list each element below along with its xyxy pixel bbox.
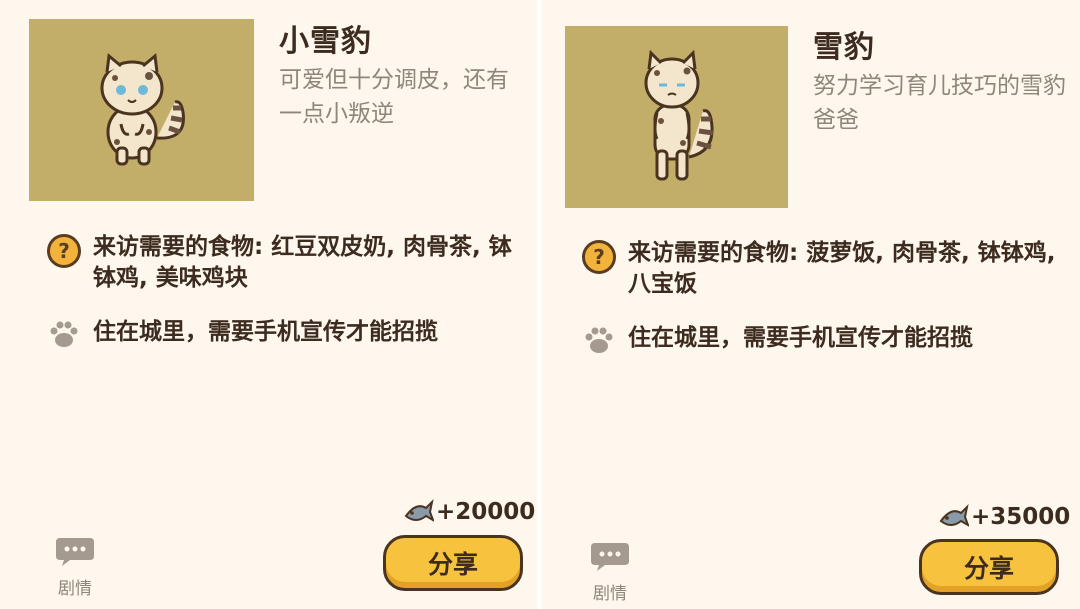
food-requirement: ? 来访需要的食物: 红豆双皮奶, 肉骨茶, 钵钵鸡, 美味鸡块 xyxy=(47,232,527,294)
character-name: 雪豹 xyxy=(813,30,875,65)
question-icon: ? xyxy=(582,240,616,274)
food-requirement-text: 来访需要的食物: 红豆双皮奶, 肉骨茶, 钵钵鸡, 美味鸡块 xyxy=(93,234,512,291)
speech-bubble-icon xyxy=(56,538,94,566)
reward-amount: +35000 xyxy=(971,504,1071,530)
character-name: 小雪豹 xyxy=(279,24,372,59)
fish-icon xyxy=(939,503,969,527)
character-card-snow-leopard: 雪豹 努力学习育儿技巧的雪豹爸爸 ? 来访需要的食物: 菠萝饭, 肉骨茶, 钵钵… xyxy=(541,0,1080,609)
snow-leopard-image xyxy=(644,49,713,181)
story-button[interactable]: 剧情 xyxy=(585,541,635,604)
food-requirement: ? 来访需要的食物: 菠萝饭, 肉骨茶, 钵钵鸡, 八宝饭 xyxy=(582,238,1072,300)
character-card-snow-leopard-cub: 小雪豹 可爱但十分调皮，还有一点小叛逆 ? 来访需要的食物: 红豆双皮奶, 肉骨… xyxy=(0,0,537,609)
paw-icon xyxy=(585,327,613,353)
reward: +20000 xyxy=(402,498,535,526)
home-requirement-text: 住在城里，需要手机宣传才能招揽 xyxy=(93,319,438,345)
share-button[interactable]: 分享 xyxy=(919,539,1059,595)
speech-bubble-icon xyxy=(591,543,629,571)
home-requirement-text: 住在城里，需要手机宣传才能招揽 xyxy=(628,325,973,351)
paw-icon xyxy=(50,321,78,347)
question-icon: ? xyxy=(47,234,81,268)
reward: +35000 xyxy=(937,503,1070,531)
character-cards-screen: 小雪豹 可爱但十分调皮，还有一点小叛逆 ? 来访需要的食物: 红豆双皮奶, 肉骨… xyxy=(0,0,1080,609)
share-button[interactable]: 分享 xyxy=(383,535,523,591)
character-portrait xyxy=(29,19,254,201)
reward-amount: +20000 xyxy=(436,499,536,525)
home-requirement: 住在城里，需要手机宣传才能招揽 xyxy=(47,317,527,351)
character-portrait xyxy=(565,26,788,208)
story-label: 剧情 xyxy=(58,579,92,599)
fish-icon xyxy=(404,498,434,522)
story-label: 剧情 xyxy=(593,584,627,604)
character-description: 可爱但十分调皮，还有一点小叛逆 xyxy=(279,67,509,127)
snow-leopard-cub-image xyxy=(100,53,185,166)
character-description: 努力学习育儿技巧的雪豹爸爸 xyxy=(813,73,1066,133)
story-button[interactable]: 剧情 xyxy=(50,536,100,599)
home-requirement: 住在城里，需要手机宣传才能招揽 xyxy=(582,323,1072,357)
food-requirement-text: 来访需要的食物: 菠萝饭, 肉骨茶, 钵钵鸡, 八宝饭 xyxy=(628,240,1056,297)
